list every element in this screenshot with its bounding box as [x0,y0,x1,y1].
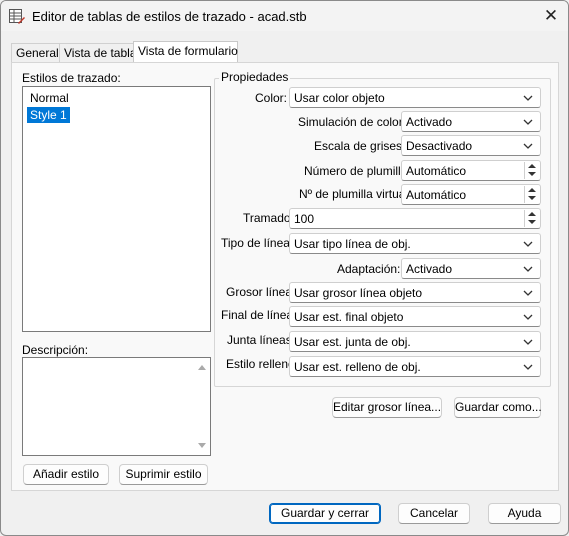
screening-label: Tramado: [243,211,294,225]
color-value: Usar color objeto [294,91,385,105]
line-join-dropdown[interactable]: Usar est. junta de obj. [289,331,541,352]
chevron-down-icon [523,143,533,149]
tab-general[interactable]: General [11,43,61,62]
linetype-label: Tipo de línea: [221,236,294,250]
spin-up-icon[interactable] [528,164,536,168]
line-end-label: Final de línea: [221,308,297,322]
window-title: Editor de tablas de estilos de trazado -… [32,9,307,24]
grayscale-dropdown[interactable]: Desactivado [401,135,541,156]
description-label: Descripción: [22,343,89,357]
screening-spinner[interactable]: 100 [289,208,541,229]
fill-style-label: Estilo relleno: [226,357,299,371]
chevron-down-icon [523,119,533,125]
adaptive-dropdown[interactable]: Activado [401,258,541,279]
delete-style-button[interactable]: Suprimir estilo [119,464,208,485]
help-label: Ayuda [507,506,542,520]
form-view-panel: Estilos de trazado: Normal Style 1 Descr… [11,62,559,491]
spin-up-icon[interactable] [528,212,536,216]
linetype-dropdown[interactable]: Usar tipo línea de obj. [289,233,541,254]
adaptive-value: Activado [406,262,453,276]
spin-up-icon[interactable] [528,188,536,192]
virtual-pen-label: Nº de plumilla virtual: [299,187,412,201]
save-and-close-button[interactable]: Guardar y cerrar [269,503,381,524]
chevron-down-icon [523,290,533,296]
close-icon: ✕ [543,6,559,25]
dither-value: Activado [406,115,453,129]
save-as-button[interactable]: Guardar como... [454,397,542,418]
color-dropdown[interactable]: Usar color objeto [289,87,541,108]
tab-table-view[interactable]: Vista de tabla [59,43,139,62]
chevron-down-icon [523,314,533,320]
line-end-dropdown[interactable]: Usar est. final objeto [289,306,541,327]
fill-style-value: Usar est. relleno de obj. [294,360,421,374]
linetype-value: Usar tipo línea de obj. [294,237,411,251]
lineweight-value: Usar grosor línea objeto [294,286,423,300]
grayscale-value: Desactivado [406,139,473,153]
close-button[interactable]: ✕ [539,5,563,27]
spin-down-icon[interactable] [528,196,536,200]
chevron-down-icon [523,95,533,101]
pen-number-spinner[interactable]: Automático [401,160,541,181]
grayscale-label: Escala de grises: [314,139,406,153]
chevron-down-icon [523,266,533,272]
lineweight-label: Grosor línea: [226,285,296,299]
dialog-window: Editor de tablas de estilos de trazado -… [0,0,569,536]
spinner-buttons[interactable] [524,186,539,203]
fill-style-dropdown[interactable]: Usar est. relleno de obj. [289,356,541,377]
chevron-down-icon [523,241,533,247]
screening-value: 100 [294,212,315,226]
description-textarea[interactable] [22,357,211,456]
cancel-button[interactable]: Cancelar [398,503,470,524]
delete-style-label: Suprimir estilo [125,467,202,481]
line-join-value: Usar est. junta de obj. [294,335,411,349]
edit-lineweights-button[interactable]: Editar grosor línea... [332,397,442,418]
pen-number-label: Número de plumilla: [304,164,411,178]
dither-dropdown[interactable]: Activado [401,111,541,132]
adaptive-label: Adaptación: [337,262,401,276]
pen-number-value: Automático [406,164,467,178]
color-label: Color: [255,91,288,105]
plot-style-table-icon [9,9,25,24]
virtual-pen-value: Automático [406,188,467,202]
list-item[interactable]: Style 1 [27,107,70,123]
title-bar: Editor de tablas de estilos de trazado -… [1,1,568,31]
virtual-pen-spinner[interactable]: Automático [401,184,541,205]
spin-down-icon[interactable] [528,220,536,224]
scroll-down-icon[interactable] [198,443,206,448]
add-style-button[interactable]: Añadir estilo [23,464,109,485]
dither-label: Simulación de color: [298,115,407,129]
description-scrollbar[interactable] [196,359,209,454]
scroll-up-icon[interactable] [198,365,206,370]
save-as-label: Guardar como... [455,400,542,414]
spin-down-icon[interactable] [528,172,536,176]
lineweight-dropdown[interactable]: Usar grosor línea objeto [289,282,541,303]
edit-lineweights-label: Editar grosor línea... [333,400,442,414]
tab-form-view[interactable]: Vista de formulario [133,41,238,63]
line-join-label: Junta líneas: [227,333,296,347]
help-button[interactable]: Ayuda [488,503,561,524]
save-and-close-label: Guardar y cerrar [280,506,370,520]
chevron-down-icon [523,339,533,345]
plot-styles-label: Estilos de trazado: [22,71,121,85]
chevron-down-icon [523,364,533,370]
properties-title: Propiedades [219,70,291,84]
spinner-buttons[interactable] [524,162,539,179]
add-style-label: Añadir estilo [32,467,100,481]
line-end-value: Usar est. final objeto [294,310,404,324]
cancel-label: Cancelar [409,506,459,520]
list-item[interactable]: Normal [27,90,72,106]
spinner-buttons[interactable] [524,210,539,227]
plot-styles-list[interactable]: Normal Style 1 [22,86,211,332]
